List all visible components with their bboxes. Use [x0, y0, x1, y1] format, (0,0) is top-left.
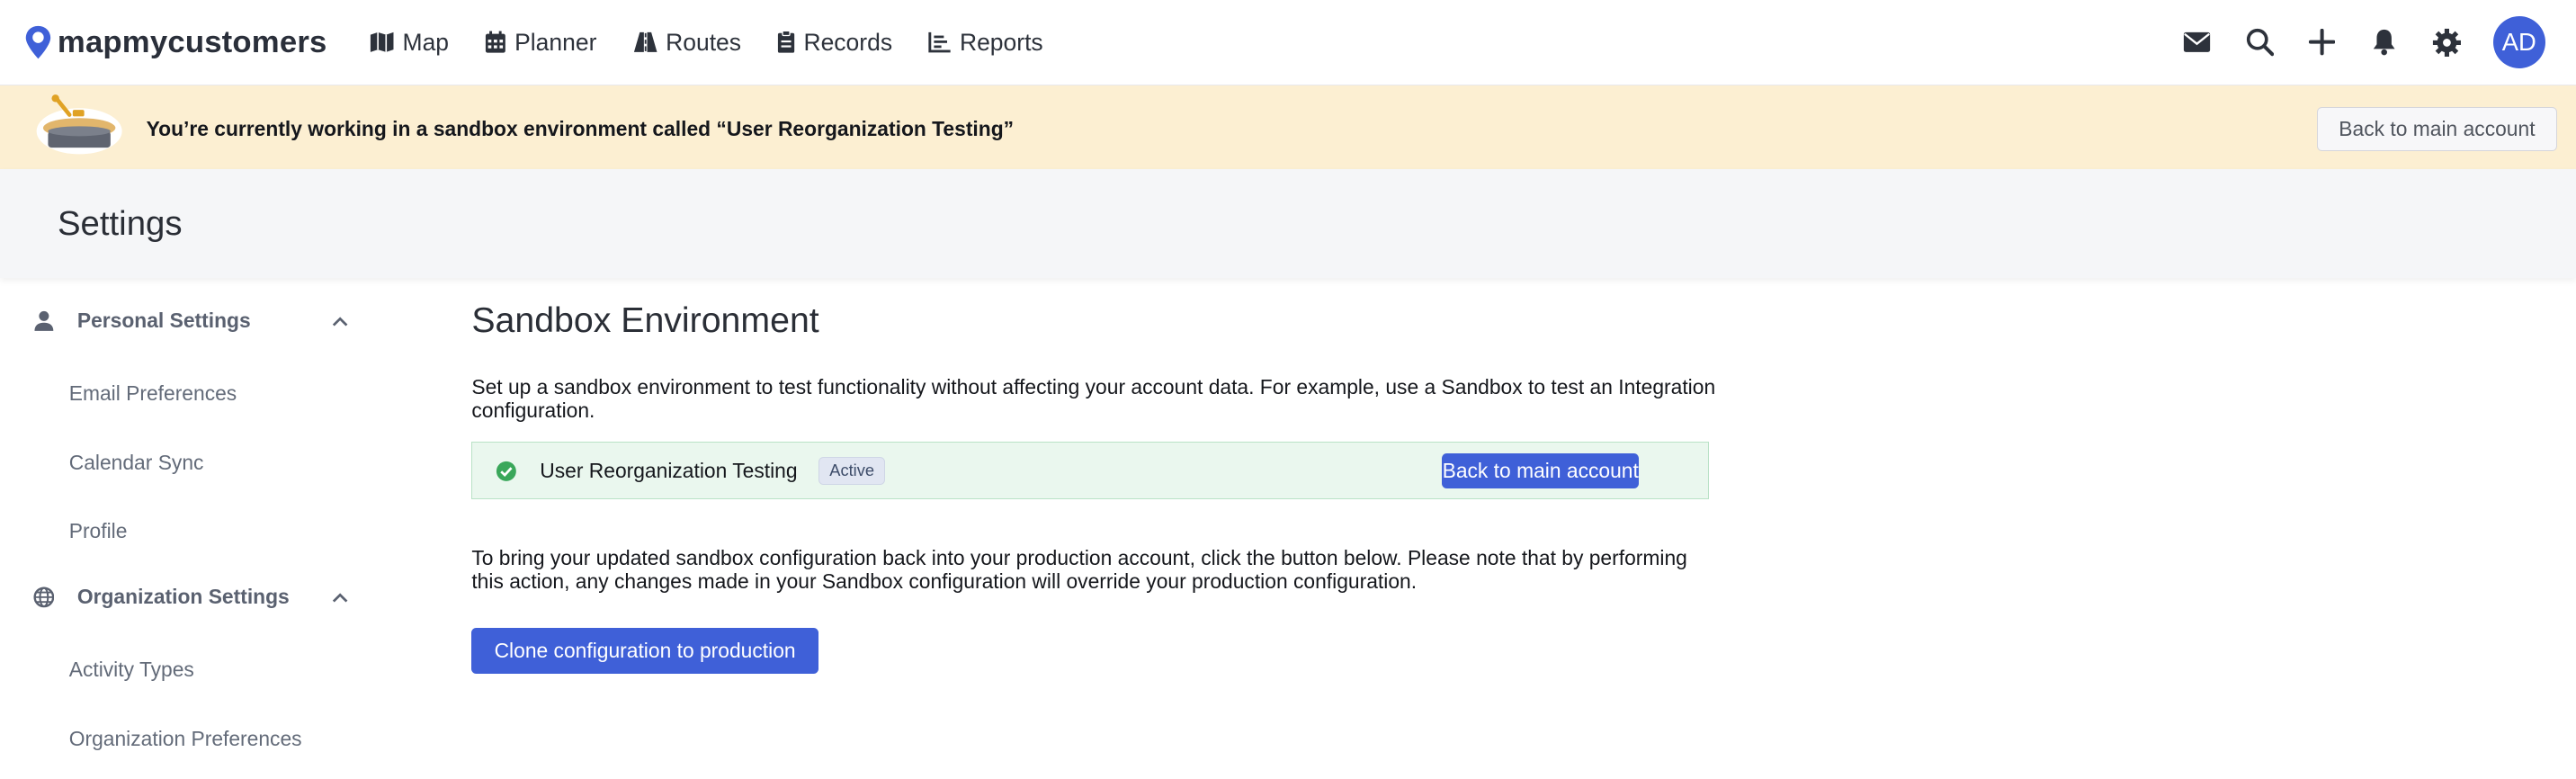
- page-title: Settings: [57, 203, 183, 243]
- nav-map[interactable]: Map: [370, 29, 449, 57]
- person-icon: [33, 310, 53, 331]
- add-button[interactable]: [2305, 26, 2339, 59]
- sidebar-item-profile[interactable]: Profile: [69, 519, 128, 543]
- calendar-icon: [486, 31, 506, 53]
- settings-header: Settings: [0, 169, 2576, 278]
- mail-icon: [2184, 32, 2211, 52]
- gear-icon: [2432, 28, 2461, 57]
- globe-icon: [32, 586, 54, 608]
- bell-icon: [2374, 30, 2395, 56]
- section-description: Set up a sandbox environment to test fun…: [471, 374, 1716, 423]
- sidebar-item-calendar-sync[interactable]: Calendar Sync: [69, 451, 204, 475]
- clone-description: To bring your updated sandbox configurat…: [471, 545, 1687, 594]
- status-badge: Active: [818, 456, 885, 486]
- user-avatar[interactable]: AD: [2492, 15, 2546, 69]
- reports-icon: [928, 32, 951, 53]
- map-pin-person-logo-icon: [25, 25, 50, 59]
- chevron-up-icon: [332, 316, 348, 327]
- sidebar-group-label: Organization Settings: [76, 585, 290, 609]
- check-circle-icon: [496, 461, 517, 482]
- brand-name: mapmycustomers: [57, 24, 327, 59]
- map-icon: [370, 32, 394, 52]
- nav-records-label: Records: [803, 28, 893, 56]
- sidebar-item-organization-preferences[interactable]: Organization Preferences: [69, 727, 302, 751]
- nav-map-label: Map: [402, 28, 450, 56]
- mail-button[interactable]: [2181, 26, 2214, 59]
- search-icon: [2246, 29, 2274, 57]
- sandbox-banner-message: You’re currently working in a sandbox en…: [146, 116, 1015, 140]
- nav-reports[interactable]: Reports: [928, 28, 1043, 57]
- notifications-button[interactable]: [2368, 26, 2402, 59]
- plus-icon: [2309, 29, 2336, 56]
- sandbox-banner: You’re currently working in a sandbox en…: [0, 85, 2576, 170]
- sandbox-name: User Reorganization Testing: [540, 458, 798, 482]
- settings-button[interactable]: [2430, 26, 2464, 59]
- sandbox-row: User Reorganization Testing Active Back …: [471, 442, 1710, 500]
- sidebar-item-activity-types[interactable]: Activity Types: [69, 658, 194, 682]
- road-icon: [633, 32, 657, 52]
- nav-planner[interactable]: Planner: [485, 29, 596, 57]
- nav-records[interactable]: Records: [777, 29, 892, 57]
- brand-logo[interactable]: mapmycustomers: [23, 24, 327, 60]
- banner-back-to-main-button[interactable]: Back to main account: [2317, 106, 2557, 152]
- top-navigation-bar: mapmycustomers Map Planner Routes Record…: [0, 0, 2576, 85]
- sandbox-illustration-icon: [36, 94, 122, 155]
- sidebar-group-organization-settings[interactable]: Organization Settings: [32, 585, 349, 609]
- back-to-main-account-button[interactable]: Back to main account: [1442, 453, 1640, 488]
- search-button[interactable]: [2243, 26, 2276, 59]
- nav-planner-label: Planner: [514, 28, 597, 56]
- sidebar-group-personal-settings[interactable]: Personal Settings: [33, 309, 349, 333]
- clone-configuration-button[interactable]: Clone configuration to production: [471, 627, 818, 675]
- nav-routes[interactable]: Routes: [633, 29, 741, 57]
- chevron-up-icon: [332, 592, 348, 603]
- top-actions: AD: [2151, 15, 2546, 69]
- records-icon: [778, 31, 795, 53]
- main-nav: Map Planner Routes Records Reports: [370, 29, 1079, 57]
- sidebar-item-email-preferences[interactable]: Email Preferences: [69, 381, 237, 406]
- sidebar-group-label: Personal Settings: [76, 309, 251, 333]
- section-title: Sandbox Environment: [471, 300, 819, 341]
- nav-reports-label: Reports: [959, 28, 1043, 56]
- nav-routes-label: Routes: [666, 28, 742, 56]
